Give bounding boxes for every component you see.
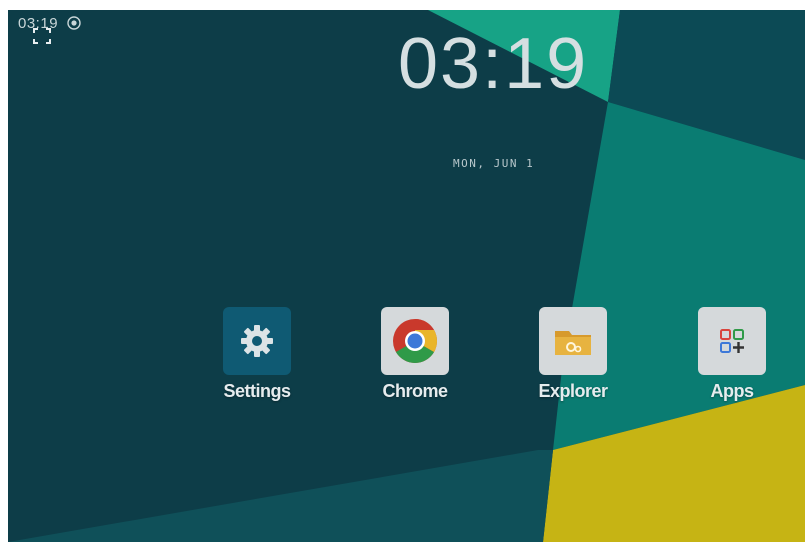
gear-icon [241, 325, 273, 357]
chrome-icon-tile[interactable] [381, 307, 449, 375]
app-settings[interactable]: Settings [202, 307, 312, 402]
folder-icon [555, 331, 591, 355]
app-label-settings: Settings [223, 381, 291, 401]
app-explorer[interactable]: Explorer [518, 307, 628, 402]
home-screen: 03:19 03:19 MON, JUN 1 Settings Chrome E… [8, 10, 805, 542]
explorer-icon-tile[interactable] [539, 307, 607, 375]
app-chrome[interactable]: Chrome [360, 307, 470, 402]
clock-date: MON, JUN 1 [453, 157, 535, 170]
fullscreen-icon[interactable] [32, 27, 52, 45]
apps-icon-tile[interactable] [698, 307, 766, 375]
app-apps[interactable]: Apps [677, 307, 787, 402]
clock-time: 03:19 [398, 24, 589, 104]
location-icon [67, 16, 81, 30]
app-label-explorer: Explorer [538, 381, 608, 401]
app-label-chrome: Chrome [382, 381, 448, 401]
app-grid-icon [720, 329, 744, 353]
settings-icon-tile[interactable] [223, 307, 291, 375]
app-label-apps: Apps [710, 381, 755, 401]
chrome-icon [393, 319, 437, 363]
